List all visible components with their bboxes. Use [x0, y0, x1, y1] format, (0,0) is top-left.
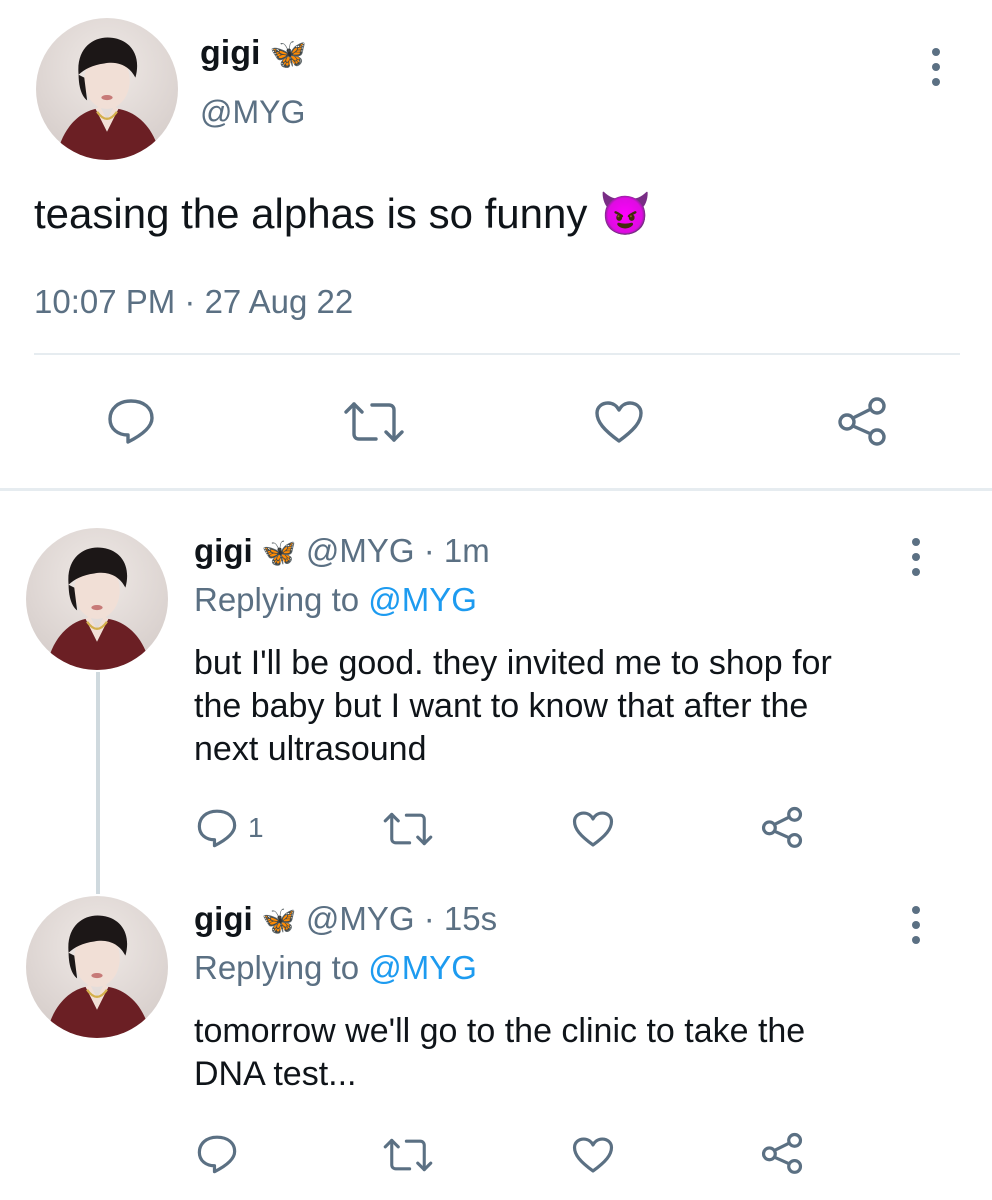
- reply-text-line: but I'll be good. they invited me to sho…: [194, 644, 832, 682]
- like-icon[interactable]: [572, 1136, 614, 1174]
- reply-text: tomorrow we'll go to the clinic to take …: [194, 1010, 805, 1096]
- more-dot-icon: [912, 921, 920, 929]
- retweet-icon[interactable]: [382, 1136, 434, 1174]
- separator: ·: [423, 900, 435, 937]
- retweet-icon[interactable]: [382, 810, 434, 848]
- handle[interactable]: @MYG: [306, 532, 415, 569]
- share-icon[interactable]: [836, 396, 888, 446]
- display-name-text: gigi: [200, 34, 261, 72]
- replying-to-label: Replying to: [194, 949, 369, 986]
- replying-to-label: Replying to: [194, 581, 369, 618]
- tweet-text: teasing the alphas is so funny 😈: [34, 190, 651, 239]
- thread-line: [96, 672, 100, 894]
- more-dot-icon: [912, 936, 920, 944]
- more-options-button[interactable]: [906, 538, 926, 583]
- more-options-button[interactable]: [926, 48, 946, 93]
- tweet-text-body: teasing the alphas is so funny: [34, 190, 588, 237]
- reply-icon[interactable]: [106, 398, 156, 444]
- reply-text: but I'll be good. they invited me to sho…: [194, 642, 832, 771]
- replying-to-handle[interactable]: @MYG: [368, 581, 477, 618]
- reply-text-line: the baby but I want to know that after t…: [194, 687, 809, 725]
- avatar[interactable]: [36, 18, 178, 160]
- more-dot-icon: [912, 553, 920, 561]
- devil-emoji: 😈: [599, 190, 652, 237]
- more-dot-icon: [932, 48, 940, 56]
- more-dot-icon: [932, 78, 940, 86]
- reply-text-line: tomorrow we'll go to the clinic to take …: [194, 1012, 806, 1050]
- handle[interactable]: @MYG: [306, 900, 415, 937]
- avatar-image: [44, 546, 153, 670]
- handle[interactable]: @MYG: [200, 94, 305, 131]
- reply-count: 1: [248, 812, 264, 843]
- reply-header: gigi 🦋 @MYG · 15s: [194, 900, 497, 938]
- display-name[interactable]: gigi: [194, 900, 253, 937]
- share-icon[interactable]: [760, 806, 804, 848]
- more-dot-icon: [912, 906, 920, 914]
- replying-to: Replying to @MYG: [194, 949, 477, 987]
- display-name[interactable]: gigi 🦋: [200, 34, 307, 73]
- reply-text-line: next ultrasound: [194, 730, 427, 768]
- share-icon[interactable]: [760, 1132, 804, 1174]
- retweet-icon[interactable]: [342, 400, 406, 444]
- separator: ·: [423, 532, 435, 569]
- reply-text-line: DNA test...: [194, 1055, 357, 1093]
- more-options-button[interactable]: [906, 906, 926, 951]
- avatar-image: [54, 36, 163, 160]
- more-dot-icon: [932, 63, 940, 71]
- butterfly-emoji: 🦋: [269, 38, 308, 71]
- more-dot-icon: [912, 538, 920, 546]
- more-dot-icon: [912, 568, 920, 576]
- reply-time[interactable]: 15s: [444, 900, 497, 937]
- like-icon[interactable]: [572, 810, 614, 848]
- avatar-image: [44, 914, 153, 1038]
- reply-time[interactable]: 1m: [444, 532, 490, 569]
- avatar[interactable]: [26, 896, 168, 1038]
- timestamp[interactable]: 10:07 PM · 27 Aug 22: [34, 283, 353, 321]
- like-icon[interactable]: [594, 400, 644, 444]
- display-name[interactable]: gigi: [194, 532, 253, 569]
- butterfly-emoji: 🦋: [261, 905, 297, 936]
- replying-to: Replying to @MYG: [194, 581, 477, 619]
- reply-icon[interactable]: [196, 1134, 238, 1174]
- reply-header: gigi 🦋 @MYG · 1m: [194, 532, 490, 570]
- replying-to-handle[interactable]: @MYG: [368, 949, 477, 986]
- divider: [34, 353, 960, 355]
- section-divider: [0, 488, 992, 491]
- butterfly-emoji: 🦋: [261, 537, 297, 568]
- avatar[interactable]: [26, 528, 168, 670]
- reply-icon[interactable]: 1: [196, 808, 264, 848]
